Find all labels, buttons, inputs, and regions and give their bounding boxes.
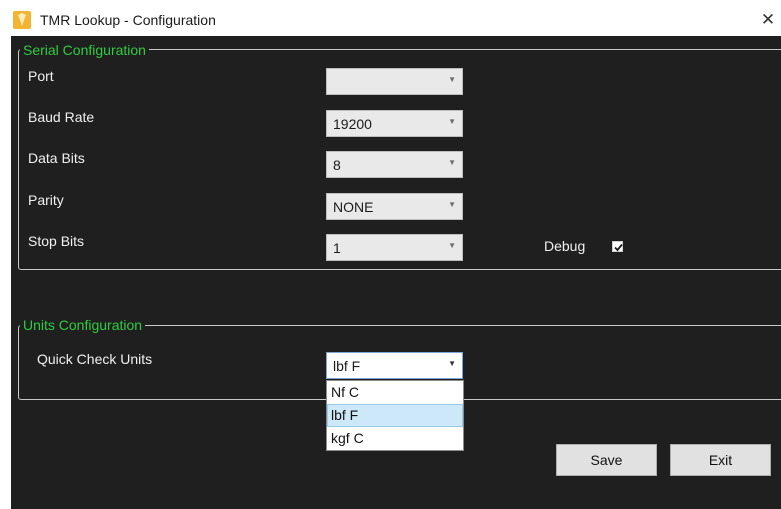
stop-bits-select[interactable]: 1 ▼ <box>326 234 463 261</box>
baud-rate-select[interactable]: 19200 ▼ <box>326 110 463 137</box>
save-button[interactable]: Save <box>556 444 657 476</box>
serial-configuration-title: Serial Configuration <box>20 42 149 58</box>
app-icon <box>13 11 31 29</box>
stop-bits-select-value: 1 <box>333 240 341 256</box>
port-select[interactable]: ▼ <box>326 68 463 95</box>
units-configuration-title: Units Configuration <box>20 317 146 333</box>
title-bar: TMR Lookup - Configuration ✕ <box>0 0 781 36</box>
quick-check-units-label: Quick Check Units <box>37 351 153 367</box>
quick-check-units-select[interactable]: lbf F ▼ <box>326 352 463 379</box>
chevron-down-icon: ▼ <box>448 241 456 250</box>
baud-rate-select-value: 19200 <box>333 116 372 132</box>
baud-rate-label: Baud Rate <box>28 109 95 125</box>
quick-check-units-select-value: lbf F <box>333 358 361 374</box>
dropdown-option-kgf-c[interactable]: kgf C <box>327 427 463 450</box>
parity-select[interactable]: NONE ▼ <box>326 193 463 220</box>
dropdown-option-nf-c[interactable]: Nf C <box>327 381 463 404</box>
window-title: TMR Lookup - Configuration <box>40 12 216 28</box>
checkmark-icon <box>614 243 623 252</box>
data-bits-select[interactable]: 8 ▼ <box>326 151 463 178</box>
stop-bits-label: Stop Bits <box>28 233 85 249</box>
parity-select-value: NONE <box>333 199 374 215</box>
chevron-down-icon: ▼ <box>448 200 456 209</box>
chevron-down-icon: ▼ <box>448 117 456 126</box>
data-bits-select-value: 8 <box>333 157 341 173</box>
data-bits-label: Data Bits <box>28 150 85 166</box>
dropdown-option-lbf-f[interactable]: lbf F <box>327 404 463 427</box>
parity-label: Parity <box>28 192 64 208</box>
quick-check-units-dropdown: Nf C lbf F kgf C <box>326 380 464 451</box>
chevron-down-icon: ▼ <box>448 359 456 368</box>
close-icon[interactable]: ✕ <box>757 9 779 31</box>
debug-checkbox[interactable] <box>612 241 623 252</box>
chevron-down-icon: ▼ <box>448 75 456 84</box>
debug-label: Debug <box>544 238 586 254</box>
chevron-down-icon: ▼ <box>448 158 456 167</box>
port-label: Port <box>28 68 54 84</box>
exit-button[interactable]: Exit <box>670 444 771 476</box>
